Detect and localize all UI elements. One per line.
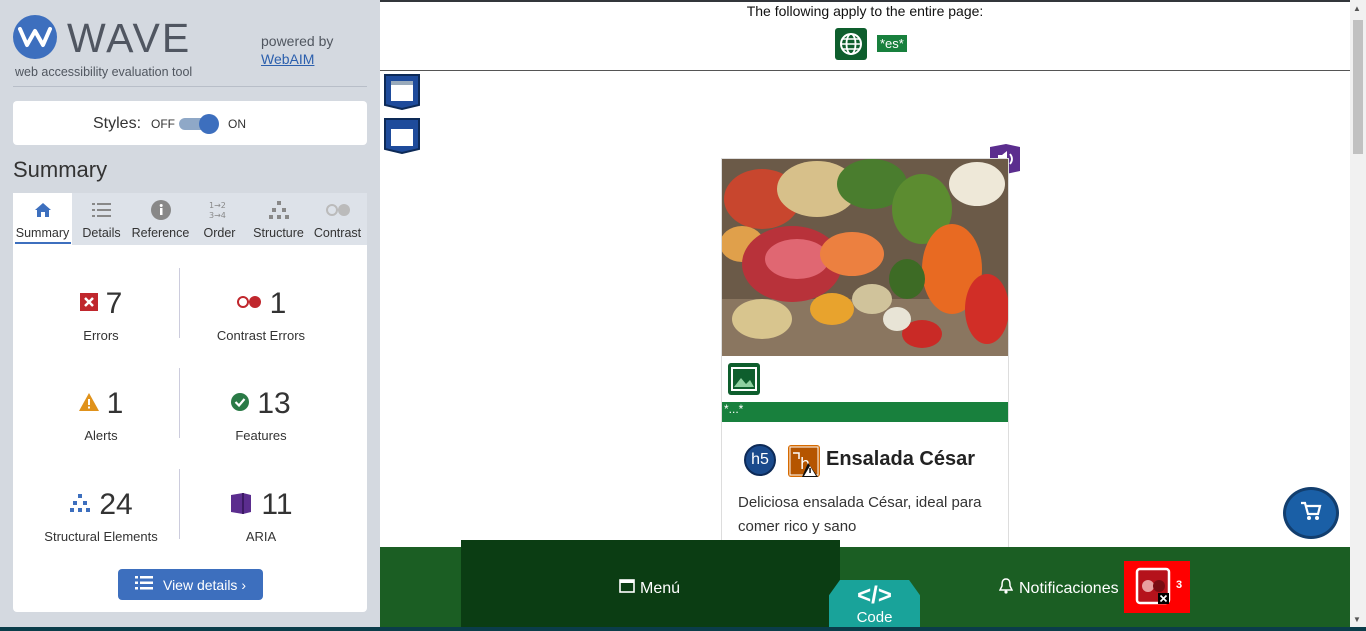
scroll-up-arrow-icon[interactable]: ▲: [1353, 4, 1361, 13]
contrast-icon: [308, 200, 367, 220]
features-stat: 13 Features: [177, 387, 345, 443]
tab-label: Structure: [253, 226, 304, 240]
alert-icon: [78, 392, 99, 416]
feature-check-icon: [231, 392, 250, 416]
aria-count: 11: [261, 488, 293, 521]
code-icon: </>: [857, 582, 892, 609]
tab-label: Contrast: [313, 226, 362, 240]
styles-on-label: ON: [228, 117, 246, 131]
salad-image: [722, 159, 1008, 356]
menu-label: Menú: [640, 579, 681, 597]
tab-label: Summary: [14, 226, 71, 244]
order-icon: 1→2 3→4: [190, 200, 249, 220]
summary-heading: Summary: [13, 157, 108, 182]
styles-off-label: OFF: [151, 117, 175, 131]
notifications-button[interactable]: Notificaciones: [998, 578, 1119, 599]
bell-icon: [998, 578, 1014, 599]
alerts-stat: 1 Alerts: [17, 387, 185, 443]
taskbar-strip: [0, 627, 1366, 631]
code-label: Code: [856, 609, 893, 626]
window-icon: [619, 578, 635, 599]
styles-toggle-knob[interactable]: [199, 114, 219, 134]
product-title: Ensalada César: [826, 448, 975, 470]
wave-subtitle: web accessibility evaluation tool: [15, 65, 193, 79]
list-icon: [72, 200, 131, 220]
notifications-label: Notificaciones: [1019, 579, 1119, 597]
structure-icon: [69, 493, 91, 518]
tab-label: Details: [82, 226, 121, 240]
page-wide-notice: The following apply to the entire page:: [746, 3, 984, 19]
header-region-icon[interactable]: [384, 74, 420, 111]
contrast-error-count: 3: [1176, 579, 1183, 591]
errors-count: 7: [105, 287, 123, 320]
structure-icon: [249, 200, 308, 220]
wave-title: WAVE: [67, 15, 192, 61]
info-icon: [131, 200, 190, 220]
tab-contrast[interactable]: Contrast: [308, 193, 367, 245]
home-icon: [13, 200, 72, 220]
tab-summary[interactable]: Summary: [13, 193, 72, 245]
summary-panel: 7 Errors 1 Contrast Errors 1 Alerts 13 F…: [13, 245, 367, 612]
main-region-icon[interactable]: [384, 118, 420, 155]
structure-label: Structural Elements: [44, 529, 158, 544]
alerts-count: 1: [106, 387, 124, 420]
divider: [380, 70, 1350, 71]
wave-logo-icon: [13, 15, 57, 59]
tab-label: Order: [203, 226, 236, 240]
h5-heading-icon[interactable]: h5: [744, 444, 776, 476]
contrast-error-icon: [236, 295, 262, 314]
tab-label: Reference: [131, 226, 190, 240]
view-details-button[interactable]: View details ›: [118, 569, 263, 600]
contrast-errors-count: 1: [269, 287, 287, 320]
webaim-link[interactable]: WebAIM: [261, 51, 314, 67]
wave-tabs: Summary Details Reference 1→2 3→4 Order S…: [13, 193, 367, 245]
powered-by-text: powered by: [261, 33, 334, 49]
aria-label: ARIA: [245, 529, 277, 544]
cart-icon: [1300, 501, 1322, 526]
scrollbar-thumb[interactable]: [1353, 20, 1363, 154]
menu-button[interactable]: Menú: [619, 578, 680, 599]
page-preview: The following apply to the entire page: …: [380, 0, 1366, 631]
structure-stat: 24 Structural Elements: [17, 488, 185, 544]
aria-stat: 11 ARIA: [177, 488, 345, 544]
tab-order[interactable]: 1→2 3→4 Order: [190, 193, 249, 245]
svg-text:3→4: 3→4: [209, 211, 226, 220]
divider: [13, 86, 367, 87]
list-icon: [134, 576, 153, 593]
svg-text:1→2: 1→2: [209, 201, 226, 210]
product-card: *...* h5 h Ensalada César Deliciosa ensa…: [721, 158, 1009, 558]
view-details-label: View details ›: [162, 576, 246, 593]
structure-count: 24: [99, 488, 133, 521]
error-icon: [79, 292, 98, 316]
features-count: 13: [257, 387, 291, 420]
alt-text-badge: *...*: [722, 402, 1008, 422]
alerts-label: Alerts: [84, 428, 118, 443]
styles-toggle-box: Styles: OFF ON: [13, 101, 367, 145]
language-globe-icon[interactable]: [835, 28, 867, 60]
contrast-errors-label: Contrast Errors: [216, 328, 306, 343]
top-border: [380, 0, 1366, 2]
powered-by: powered by WebAIM: [261, 32, 333, 68]
tab-details[interactable]: Details: [72, 193, 131, 245]
features-label: Features: [235, 428, 287, 443]
errors-label: Errors: [83, 328, 119, 343]
tab-reference[interactable]: Reference: [131, 193, 190, 245]
product-description: Deliciosa ensalada César, ideal para com…: [738, 494, 982, 535]
scroll-down-arrow-icon[interactable]: ▼: [1353, 615, 1361, 624]
wave-sidebar: WAVE web accessibility evaluation tool p…: [0, 0, 380, 631]
contrast-errors-stat: 1 Contrast Errors: [177, 287, 345, 343]
aria-icon: [229, 492, 253, 519]
styles-label: Styles:: [93, 115, 142, 132]
language-badge: *es*: [877, 35, 907, 52]
cart-button[interactable]: [1283, 487, 1339, 539]
skipped-heading-alert-icon[interactable]: h: [788, 445, 820, 477]
tab-structure[interactable]: Structure: [249, 193, 308, 245]
errors-stat: 7 Errors: [17, 287, 185, 343]
image-icon[interactable]: [728, 363, 760, 395]
